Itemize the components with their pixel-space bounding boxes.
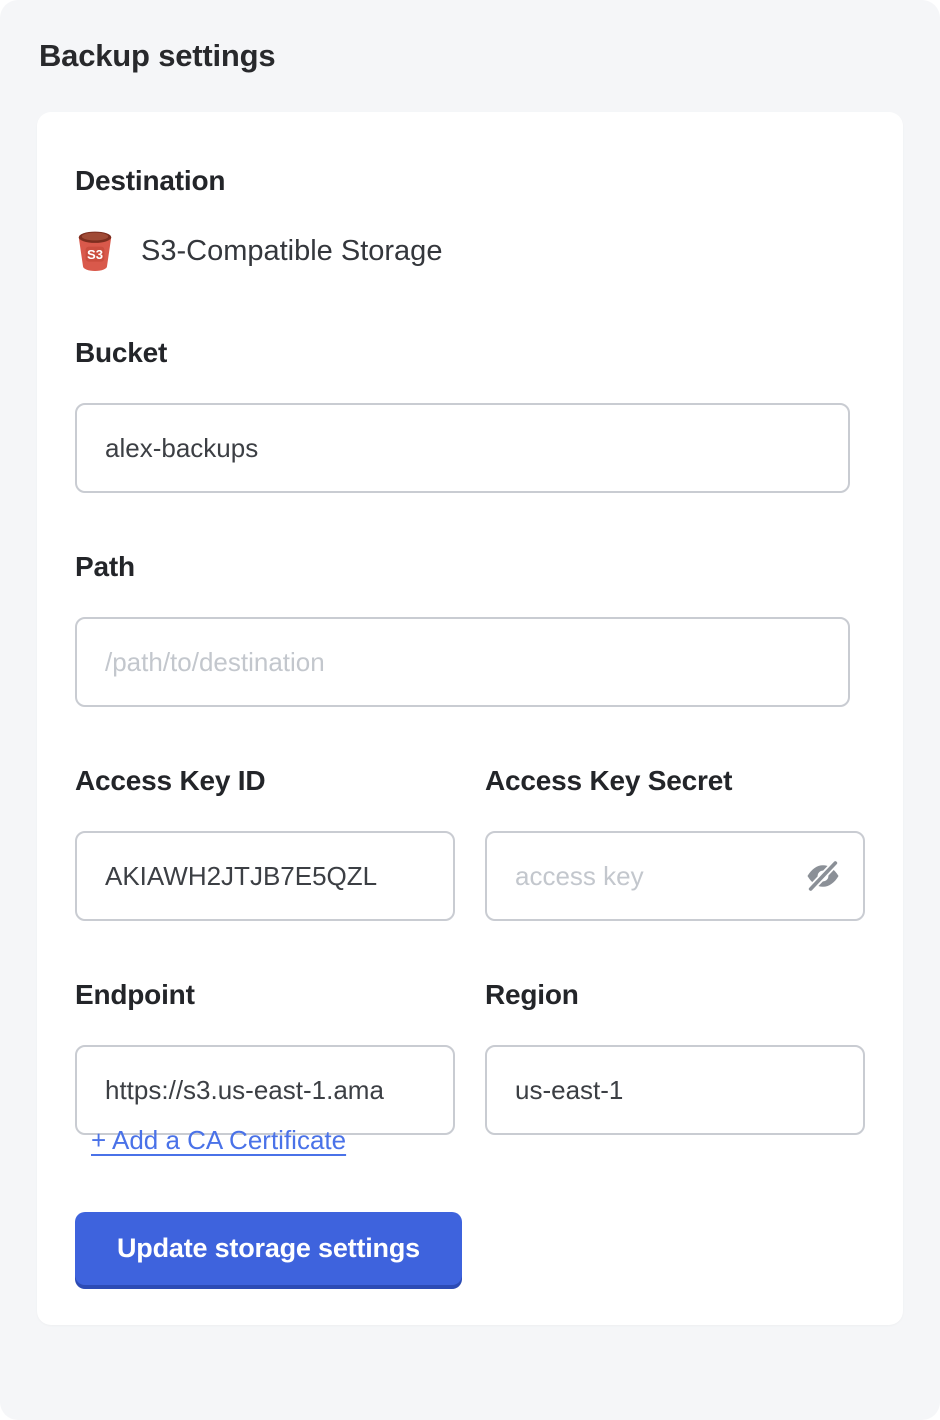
path-label: Path xyxy=(75,551,865,583)
region-label: Region xyxy=(485,979,865,1011)
eye-off-icon[interactable] xyxy=(803,857,843,897)
endpoint-label: Endpoint xyxy=(75,979,455,1011)
backup-settings-page: Backup settings Destination S3 S3-Compat… xyxy=(0,0,940,1420)
access-key-labels-row: Access Key ID Access Key Secret xyxy=(75,765,865,831)
s3-bucket-icon: S3 xyxy=(75,229,115,273)
destination-row: S3 S3-Compatible Storage xyxy=(75,227,865,275)
access-key-secret-wrap xyxy=(485,831,865,979)
bucket-label: Bucket xyxy=(75,337,865,369)
backup-settings-card: Destination S3 S3-Compatible Storage Buc… xyxy=(37,112,903,1325)
endpoint-input[interactable] xyxy=(75,1045,455,1135)
path-input[interactable] xyxy=(75,617,850,707)
access-key-id-input[interactable] xyxy=(75,831,455,921)
endpoint-region-labels-row: Endpoint Region xyxy=(75,979,865,1045)
update-storage-settings-button[interactable]: Update storage settings xyxy=(75,1212,462,1285)
svg-text:S3: S3 xyxy=(87,247,103,262)
access-key-inputs-row xyxy=(75,831,865,979)
destination-label: Destination xyxy=(75,165,865,197)
add-ca-certificate-link[interactable]: + Add a CA Certificate xyxy=(91,1125,346,1156)
bucket-input[interactable] xyxy=(75,403,850,493)
access-key-secret-label: Access Key Secret xyxy=(485,765,865,797)
page-title: Backup settings xyxy=(39,38,903,74)
destination-value: S3-Compatible Storage xyxy=(141,235,442,268)
region-input[interactable] xyxy=(485,1045,865,1135)
access-key-id-label: Access Key ID xyxy=(75,765,455,797)
